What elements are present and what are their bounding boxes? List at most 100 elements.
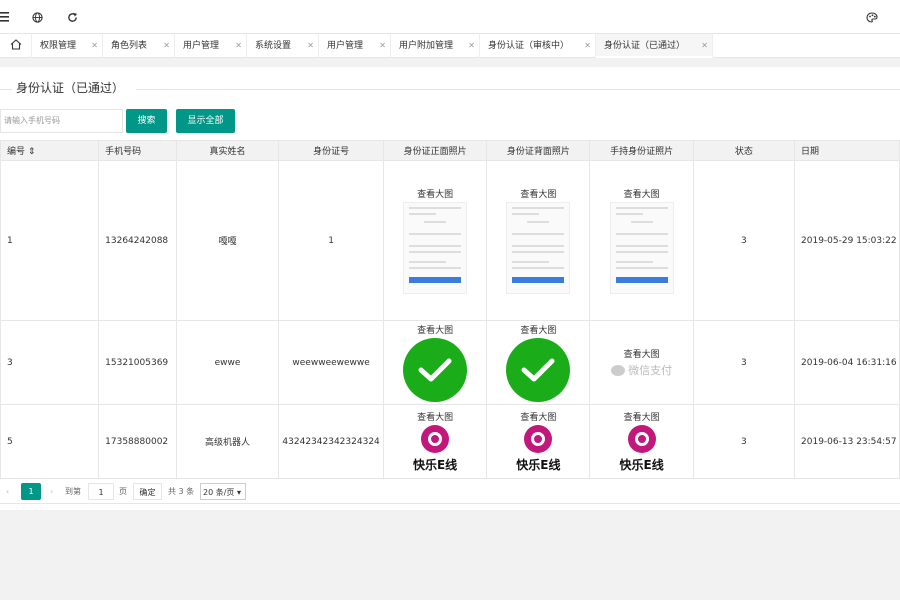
tab-bar: 权限管理 ✕ 角色列表 ✕ 用户管理 ✕ 系统设置 ✕ 用户管理 ✕ 用户附加管理 ✕ 身份…	[0, 34, 900, 58]
tab-permission[interactable]: 权限管理 ✕	[32, 34, 103, 58]
close-icon[interactable]: ✕	[91, 34, 98, 58]
col-front-photo: 身份证正面照片	[382, 140, 488, 161]
logo-text: 快乐E线	[619, 458, 664, 472]
document-thumbnail[interactable]	[403, 202, 468, 294]
cell-front-photo: 查看大图	[382, 320, 488, 405]
view-large-link[interactable]: 查看大图	[384, 410, 485, 423]
logo-icon[interactable]	[627, 425, 656, 453]
tab-home[interactable]	[0, 34, 32, 58]
close-icon[interactable]: ✕	[307, 34, 314, 58]
cell-name: ewwe	[175, 320, 280, 405]
close-icon[interactable]: ✕	[163, 34, 170, 58]
cell-phone: 13264242088	[98, 160, 177, 321]
check-icon[interactable]	[403, 338, 468, 402]
page-size-select[interactable]: 20 条/页 ▾	[200, 483, 246, 500]
goto-confirm-button[interactable]: 确定	[133, 483, 162, 500]
document-thumbnail[interactable]	[609, 202, 674, 294]
tab-label: 权限管理	[40, 41, 77, 51]
tab-label: 用户管理	[183, 41, 220, 51]
logo-icon[interactable]	[421, 425, 450, 453]
cell-front-photo: 查看大图	[382, 160, 488, 321]
tab-label: 系统设置	[255, 41, 292, 51]
cell-status: 3	[692, 320, 796, 405]
document-thumbnail[interactable]	[506, 202, 571, 294]
cell-back-photo: 查看大图 快乐E线	[486, 404, 591, 479]
tab-user-manage[interactable]: 用户管理 ✕	[175, 34, 247, 58]
goto-page-input[interactable]: 1	[88, 483, 114, 500]
bottom-divider	[0, 503, 900, 504]
tab-label: 用户管理	[327, 41, 364, 51]
tab-role-list[interactable]: 角色列表 ✕	[103, 34, 175, 58]
goto-label: 到第	[65, 487, 81, 496]
view-large-link[interactable]: 查看大图	[488, 323, 589, 336]
close-icon[interactable]: ✕	[379, 34, 386, 58]
page-title: 身份认证（已通过）	[14, 79, 127, 96]
close-icon[interactable]: ✕	[235, 34, 242, 58]
col-hand-photo: 手持身份证照片	[589, 140, 694, 161]
tab-label: 角色列表	[111, 41, 148, 51]
cell-back-photo: 查看大图	[486, 160, 591, 321]
close-icon[interactable]: ✕	[701, 34, 708, 58]
tab-identity-approved[interactable]: 身份认证（已通过） ✕	[596, 34, 713, 58]
view-large-link[interactable]: 查看大图	[488, 410, 589, 423]
top-bar	[0, 0, 900, 34]
col-id[interactable]: 编号 ⇕	[0, 140, 100, 161]
wechat-icon	[611, 364, 626, 376]
page-number-current[interactable]: 1	[21, 483, 41, 500]
cell-date: 2019-05-29 15:03:22	[794, 160, 900, 321]
view-large-link[interactable]: 查看大图	[591, 410, 692, 423]
content-panel: 身份认证（已通过） 请输入手机号码 搜索 显示全部 编号 ⇕ 手机号码 真实姓名…	[0, 67, 900, 510]
cell-id: 1	[0, 160, 100, 321]
cell-phone: 15321005369	[98, 320, 177, 405]
table-header: 编号 ⇕ 手机号码 真实姓名 身份证号 身份证正面照片 身份证背面照片 手持身份…	[0, 140, 900, 161]
cell-phone: 17358880002	[98, 404, 177, 479]
view-large-link[interactable]: 查看大图	[384, 323, 485, 336]
view-large-link[interactable]: 查看大图	[591, 187, 692, 200]
palette-icon[interactable]	[865, 10, 879, 24]
cell-date: 2019-06-04 16:31:16	[794, 320, 900, 405]
show-all-button[interactable]: 显示全部	[176, 109, 235, 133]
refresh-icon[interactable]	[65, 10, 79, 24]
cell-back-photo: 查看大图	[486, 320, 591, 405]
cell-hand-photo: 查看大图 微信支付	[589, 320, 694, 405]
close-icon[interactable]: ✕	[468, 34, 475, 58]
home-icon	[10, 39, 22, 53]
cell-name: 嘎嘎	[175, 160, 280, 321]
search-button[interactable]: 搜索	[126, 109, 167, 133]
cell-id: 3	[0, 320, 100, 405]
view-large-link[interactable]: 查看大图	[591, 347, 692, 360]
check-icon[interactable]	[506, 338, 571, 402]
wechat-label: 微信支付	[628, 364, 673, 377]
cell-hand-photo: 查看大图	[589, 160, 694, 321]
cell-front-photo: 查看大图 快乐E线	[382, 404, 488, 479]
cell-idno: 43242342342324324	[278, 404, 384, 479]
legend-line-right	[136, 89, 900, 90]
cell-idno: weewweewewwe	[278, 320, 384, 405]
col-back-photo: 身份证背面照片	[486, 140, 591, 161]
tab-label: 身份认证（已通过）	[604, 41, 686, 51]
wechat-pay-image[interactable]: 微信支付	[591, 362, 692, 378]
sort-icon[interactable]: ⇕	[28, 147, 36, 157]
col-date: 日期	[794, 140, 900, 161]
prev-page-icon[interactable]: ‹	[6, 483, 9, 500]
search-input[interactable]: 请输入手机号码	[0, 109, 123, 133]
tab-label: 用户附加管理	[399, 41, 454, 51]
chevron-down-icon: ▾	[236, 488, 241, 497]
identity-table: 编号 ⇕ 手机号码 真实姓名 身份证号 身份证正面照片 身份证背面照片 手持身份…	[0, 140, 900, 479]
view-large-link[interactable]: 查看大图	[384, 187, 485, 200]
close-icon[interactable]: ✕	[584, 34, 591, 58]
menu-icon[interactable]	[0, 10, 10, 24]
globe-icon[interactable]	[30, 10, 44, 24]
legend-line-left	[0, 89, 12, 90]
logo-text: 快乐E线	[516, 458, 561, 472]
tab-user-manage-2[interactable]: 用户管理 ✕	[319, 34, 391, 58]
col-status: 状态	[692, 140, 796, 161]
tab-user-extra[interactable]: 用户附加管理 ✕	[391, 34, 480, 58]
next-page-icon[interactable]: ›	[50, 483, 53, 500]
cell-hand-photo: 查看大图 快乐E线	[589, 404, 694, 479]
view-large-link[interactable]: 查看大图	[488, 187, 589, 200]
tab-system-settings[interactable]: 系统设置 ✕	[247, 34, 319, 58]
tab-identity-pending[interactable]: 身份认证（审核中） ✕	[480, 34, 596, 58]
pagination: ‹ 1 › 到第 1 页 确定 共 3 条 20 条/页 ▾	[0, 477, 900, 501]
logo-icon[interactable]	[524, 425, 553, 453]
